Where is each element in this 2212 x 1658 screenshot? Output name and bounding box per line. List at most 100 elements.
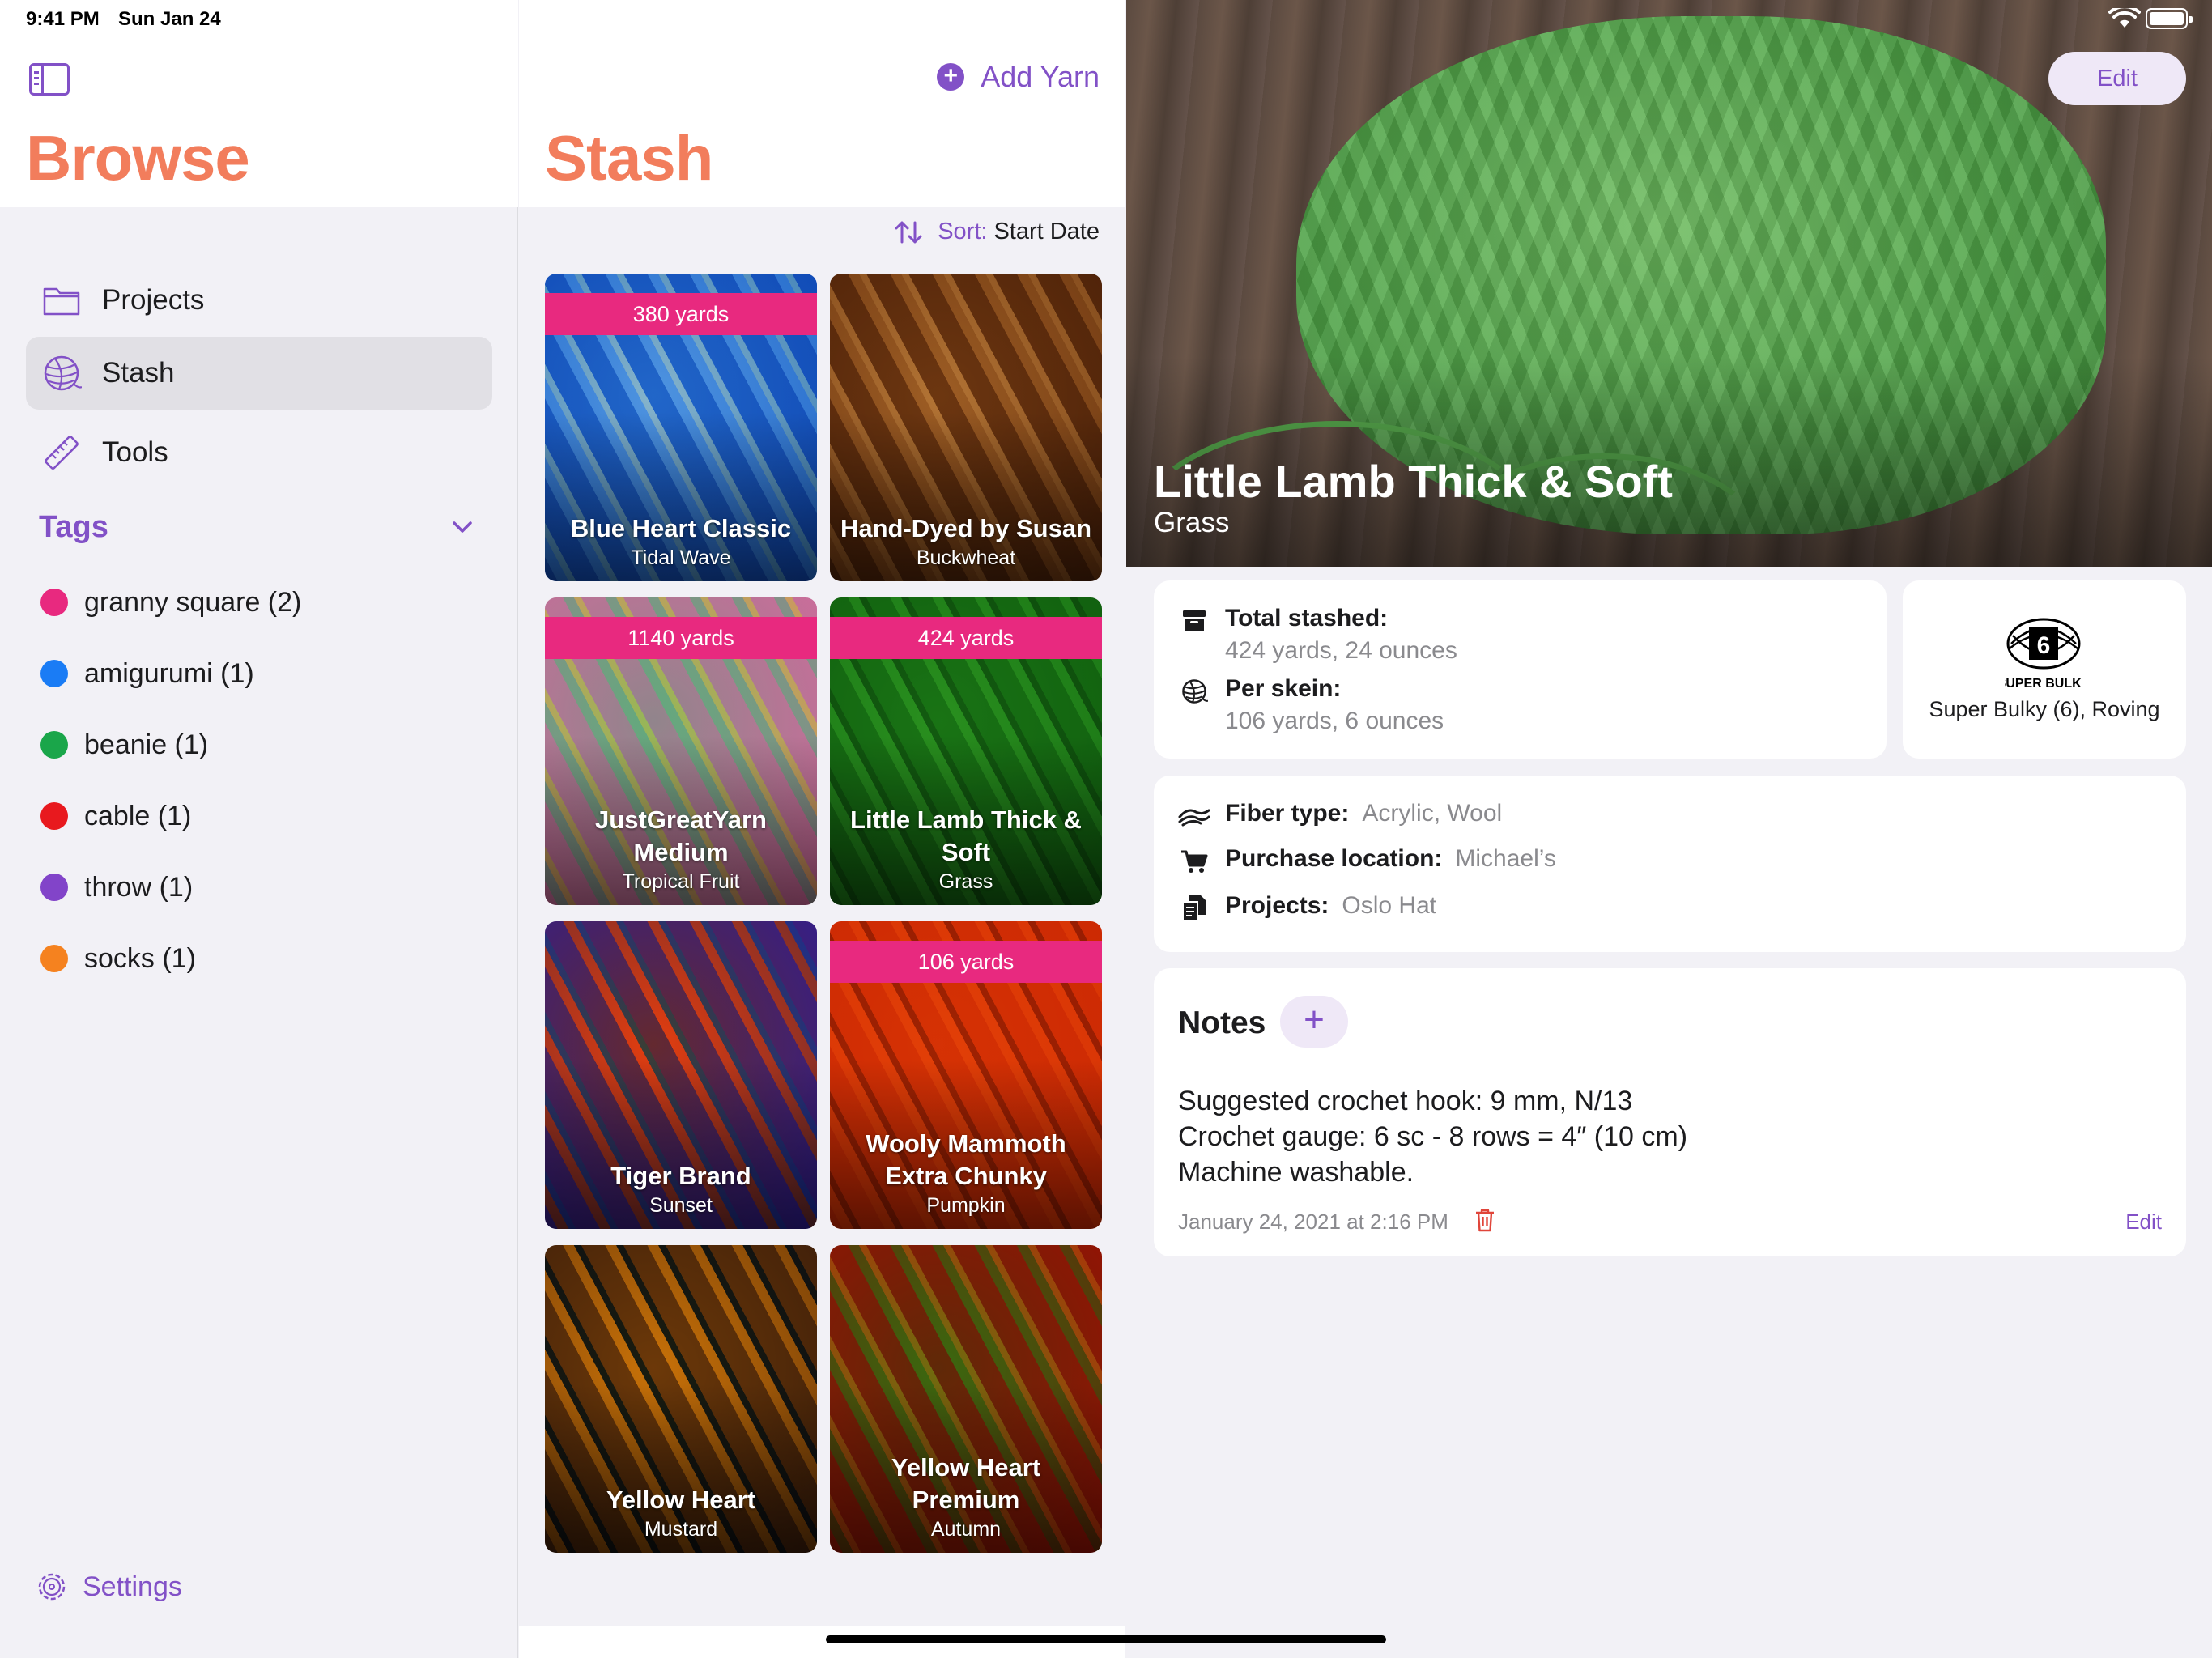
note-text[interactable]: Suggested crochet hook: 9 mm, N/13 Croch… [1178, 1083, 1687, 1190]
projects-row: Projects: Oslo Hat [1178, 892, 1436, 925]
note-line: Machine washable. [1178, 1157, 1414, 1188]
tag-item-cable[interactable]: cable (1) [40, 792, 191, 840]
trash-icon[interactable] [1474, 1208, 1495, 1232]
add-yarn-label: Add Yarn [981, 60, 1100, 93]
yardage-banner: 424 yards [830, 617, 1102, 659]
sort-label: Sort: [938, 219, 988, 244]
tag-label: cable (1) [84, 800, 192, 831]
yarn-card-color: Pumpkin [926, 1194, 1006, 1217]
yarn-card[interactable]: 424 yards Little Lamb Thick & Soft Grass [830, 597, 1102, 905]
yarn-card[interactable]: 1140 yards JustGreatYarn Medium Tropical … [545, 597, 817, 905]
sidebar-item-label: Projects [102, 284, 205, 316]
per-skein-value: 106 yards, 6 ounces [1225, 708, 1444, 734]
yarn-title: Little Lamb Thick & Soft [1154, 456, 1673, 507]
yarn-card[interactable]: Yellow Heart Mustard [545, 1245, 817, 1553]
sidebar-item-projects[interactable]: Projects [26, 264, 492, 337]
tag-item-socks[interactable]: socks (1) [40, 934, 196, 983]
total-stashed-label: Total stashed: [1225, 605, 1389, 631]
purchase-location-row: Purchase location: Michael’s [1178, 845, 1556, 878]
yarn-card-color: Mustard [644, 1518, 718, 1541]
stash-column: + Add Yarn Stash Sort: Start Date 380 ya… [519, 0, 1125, 1658]
projects-label: Projects: [1225, 892, 1329, 919]
tag-color-dot [40, 731, 68, 759]
sidebar-item-tools[interactable]: Tools [26, 416, 492, 489]
sidebar-item-stash[interactable]: Stash [26, 337, 492, 410]
yarn-ball-icon [39, 351, 84, 396]
tag-label: throw (1) [84, 871, 194, 903]
yarn-card-name: Tiger Brand [610, 1162, 751, 1190]
yarn-card-name: Yellow Heart Premium [891, 1453, 1041, 1514]
yarn-card-name: JustGreatYarn Medium [595, 806, 767, 866]
cart-icon [1178, 845, 1210, 878]
yarn-info-panel: Fiber type: Acrylic, Wool Purchase locat… [1154, 776, 2186, 952]
tag-label: socks (1) [84, 942, 196, 974]
tag-item-beanie[interactable]: beanie (1) [40, 721, 208, 769]
edit-button[interactable]: Edit [2048, 52, 2186, 105]
yardage-banner: 380 yards [545, 293, 817, 335]
yarn-card-color: Tidal Wave [631, 546, 731, 569]
fiber-type-row: Fiber type: Acrylic, Wool [1178, 800, 1502, 832]
settings-button[interactable]: Settings [36, 1562, 182, 1611]
sort-value: Start Date [993, 219, 1100, 244]
sidebar-toggle-icon[interactable] [29, 63, 70, 96]
notes-panel: Notes + Suggested crochet hook: 9 mm, N/… [1154, 968, 2186, 1256]
yarn-colorway: Grass [1154, 507, 1230, 538]
yarn-card-name: Wooly Mammoth Extra Chunky [866, 1129, 1066, 1190]
fiber-type-value: Acrylic, Wool [1362, 800, 1503, 827]
yarn-card-color: Sunset [649, 1194, 713, 1217]
note-timestamp: January 24, 2021 at 2:16 PM [1178, 1209, 1448, 1234]
yarn-card-color: Buckwheat [916, 546, 1016, 569]
yarn-card[interactable]: 380 yards Blue Heart Classic Tidal Wave [545, 274, 817, 581]
yarn-card-name: Blue Heart Classic [570, 514, 792, 542]
yarn-card-name: Little Lamb Thick & Soft [850, 806, 1082, 866]
add-note-button[interactable]: + [1280, 996, 1348, 1048]
sidebar-item-label: Stash [102, 357, 175, 389]
yarn-weight-symbol-icon: 6 SUPER BULKY [2005, 618, 2082, 691]
projects-value[interactable]: Oslo Hat [1342, 892, 1436, 920]
home-indicator[interactable] [826, 1635, 1386, 1643]
tag-color-dot [40, 589, 68, 616]
battery-icon [2146, 8, 2193, 29]
tag-label: granny square (2) [84, 586, 302, 618]
tag-item-throw[interactable]: throw (1) [40, 863, 193, 912]
note-line: Suggested crochet hook: 9 mm, N/13 [1178, 1086, 1633, 1116]
ruler-icon [39, 430, 84, 475]
purchase-location-value: Michael’s [1455, 845, 1556, 872]
sidebar-item-label: Tools [102, 436, 168, 468]
page-title-stash: Stash [545, 122, 713, 193]
yarn-ball-icon [1178, 675, 1210, 708]
yarn-card-color: Tropical Fruit [622, 870, 740, 893]
yarn-card-name: Hand-Dyed by Susan [840, 514, 1092, 542]
sort-button[interactable]: Sort: Start Date [894, 219, 1100, 245]
weight-badge-label: SUPER BULKY [2005, 677, 2082, 691]
note-edit-button[interactable]: Edit [2125, 1209, 2162, 1235]
tags-section-header[interactable]: Tags [39, 510, 108, 545]
status-bar: 9:41 PM Sun Jan 24 [0, 0, 2212, 37]
add-yarn-button[interactable]: + Add Yarn [937, 60, 1100, 94]
yarn-card-color: Autumn [930, 1518, 1002, 1541]
page-title-browse: Browse [26, 122, 250, 193]
per-skein-label: Per skein: [1225, 675, 1342, 702]
tag-item-granny-square[interactable]: granny square (2) [40, 578, 301, 627]
gear-icon [38, 1573, 66, 1601]
weight-number: 6 [2037, 632, 2051, 659]
yarn-card[interactable]: Hand-Dyed by Susan Buckwheat [830, 274, 1102, 581]
yardage-banner: 106 yards [830, 941, 1102, 983]
yarn-weight-text: Super Bulky (6), Roving [1929, 697, 2160, 721]
documents-icon [1178, 892, 1210, 925]
stash-amount-panel: Total stashed: 424 yards, 24 ounces Per … [1154, 580, 1887, 759]
total-stashed-value: 424 yards, 24 ounces [1225, 637, 1457, 664]
tag-item-amigurumi[interactable]: amigurumi (1) [40, 649, 254, 698]
notes-title: Notes [1178, 1005, 1266, 1040]
per-skein-row: Per skein: 106 yards, 6 ounces [1178, 675, 1444, 735]
yardage-banner: 1140 yards [545, 617, 817, 659]
status-date: Sun Jan 24 [118, 8, 221, 30]
tag-label: amigurumi (1) [84, 657, 254, 689]
note-line: Crochet gauge: 6 sc - 8 rows = 4″ (10 cm… [1178, 1121, 1688, 1152]
yarn-card[interactable]: Yellow Heart Premium Autumn [830, 1245, 1102, 1553]
yarn-card[interactable]: Tiger Brand Sunset [545, 921, 817, 1229]
total-stashed-row: Total stashed: 424 yards, 24 ounces [1178, 605, 1457, 665]
yarn-card[interactable]: 106 yards Wooly Mammoth Extra Chunky Pump… [830, 921, 1102, 1229]
chevron-down-icon[interactable] [450, 515, 474, 539]
archive-box-icon [1178, 605, 1210, 637]
